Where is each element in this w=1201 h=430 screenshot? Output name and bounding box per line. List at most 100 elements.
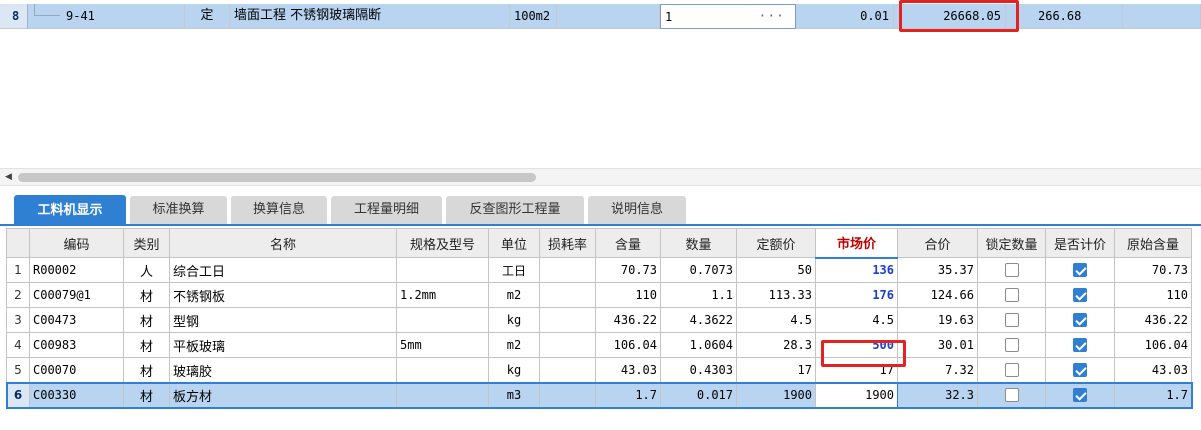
cell-content[interactable]: 106.04 <box>595 332 661 358</box>
header-kind[interactable]: 类别 <box>123 228 170 258</box>
cell-name[interactable]: 不锈钢板 <box>169 282 397 308</box>
cell-total[interactable]: 30.01 <box>897 332 978 358</box>
cell-loss-rate[interactable] <box>539 332 596 358</box>
header-original-content[interactable]: 原始含量 <box>1114 228 1192 258</box>
lock-qty-checkbox[interactable] <box>1004 288 1019 302</box>
table-row[interactable]: 2 C00079@1 材不锈钢板 1.2mm m2 110 1.1 113.33 176 124.… <box>6 282 1192 308</box>
lock-qty-checkbox[interactable] <box>1004 263 1019 277</box>
cell-market-price[interactable]: 1900 <box>815 382 898 408</box>
cell-base-price[interactable]: 4.5 <box>736 307 816 333</box>
is-priced-checkbox[interactable] <box>1073 338 1087 352</box>
cell-quantity[interactable]: 0.4303 <box>660 357 737 383</box>
scroll-left-icon[interactable]: ◀ <box>5 172 12 182</box>
cell-spec[interactable]: 1.2mm <box>396 282 489 308</box>
cell-spec[interactable] <box>396 357 489 383</box>
header-base-price[interactable]: 定额价 <box>736 228 816 258</box>
quota-code-cell[interactable]: 9-41 <box>28 4 185 29</box>
cell-code[interactable]: C00079@1 <box>29 282 124 308</box>
cell-total[interactable]: 7.32 <box>897 357 978 383</box>
cell-quantity[interactable]: 1.1 <box>660 282 737 308</box>
cell-unit[interactable]: m2 <box>488 282 540 308</box>
table-row[interactable]: 4 C00983 材平板玻璃 5mm m2 106.04 1.0604 28.3 500 30.0… <box>6 332 1192 358</box>
cell-name[interactable]: 综合工日 <box>169 257 397 283</box>
cell-content[interactable]: 70.73 <box>595 257 661 283</box>
cell-code[interactable]: C00473 <box>29 307 124 333</box>
cell-kind[interactable]: 人 <box>123 257 170 283</box>
lock-qty-checkbox[interactable] <box>1004 338 1019 352</box>
cell-unit[interactable]: m3 <box>488 382 540 408</box>
header-name[interactable]: 名称 <box>169 228 397 258</box>
cell-code[interactable]: R00002 <box>29 257 124 283</box>
cell-total[interactable]: 124.66 <box>897 282 978 308</box>
cell-spec[interactable] <box>396 307 489 333</box>
cell-base-price[interactable]: 28.3 <box>736 332 816 358</box>
quota-kind-cell[interactable]: 定 <box>185 4 230 29</box>
cell-market-price[interactable]: 17 <box>815 357 898 383</box>
table-row[interactable]: 3 C00473 材型钢 kg 436.22 4.3622 4.5 4.5 19.63 436.2… <box>6 307 1192 333</box>
cell-unit[interactable]: kg <box>488 357 540 383</box>
quota-unit-price-cell[interactable]: 0.01 <box>796 4 894 29</box>
cell-spec[interactable]: 5mm <box>396 332 489 358</box>
quota-unit-cell[interactable]: 100m2 <box>510 4 557 29</box>
cell-name[interactable]: 玻璃胶 <box>169 357 397 383</box>
cell-code[interactable]: C00983 <box>29 332 124 358</box>
header-total[interactable]: 合价 <box>897 228 978 258</box>
cell-code[interactable]: C00330 <box>29 382 124 408</box>
is-priced-checkbox[interactable] <box>1073 388 1087 402</box>
tab-description-info[interactable]: 说明信息 <box>588 196 686 224</box>
cell-content[interactable]: 1.7 <box>595 382 661 408</box>
cell-kind[interactable]: 材 <box>123 282 170 308</box>
cell-unit[interactable]: 工日 <box>488 257 540 283</box>
cell-unit[interactable]: m2 <box>488 332 540 358</box>
cell-kind[interactable]: 材 <box>123 307 170 333</box>
cell-kind[interactable]: 材 <box>123 382 170 408</box>
cell-spec[interactable] <box>396 382 489 408</box>
quota-empty-cell[interactable] <box>557 4 660 29</box>
header-unit[interactable]: 单位 <box>488 228 540 258</box>
quota-amount-cell[interactable]: 266.68 <box>1006 4 1123 29</box>
tab-graphic-quantity-lookup[interactable]: 反查图形工程量 <box>446 196 584 224</box>
cell-base-price[interactable]: 1900 <box>736 382 816 408</box>
cell-market-price[interactable]: 176 <box>815 282 898 308</box>
is-priced-checkbox[interactable] <box>1073 313 1087 327</box>
table-row[interactable]: 1 R00002 人综合工日 工日 70.73 0.7073 50 136 35.37 70.73 <box>6 257 1192 283</box>
quota-trailing-cell[interactable] <box>1123 4 1201 29</box>
cell-name[interactable]: 板方材 <box>169 382 397 408</box>
cell-quantity[interactable]: 4.3622 <box>660 307 737 333</box>
tab-quantity-detail[interactable]: 工程量明细 <box>331 196 442 224</box>
cell-market-price[interactable]: 500 <box>815 332 898 358</box>
cell-unit[interactable]: kg <box>488 307 540 333</box>
header-is-priced[interactable]: 是否计价 <box>1045 228 1115 258</box>
cell-content[interactable]: 436.22 <box>595 307 661 333</box>
cell-base-price[interactable]: 113.33 <box>736 282 816 308</box>
quota-name-cell[interactable]: 墙面工程 不锈钢玻璃隔断 <box>230 4 510 29</box>
cell-kind[interactable]: 材 <box>123 357 170 383</box>
header-spec[interactable]: 规格及型号 <box>396 228 489 258</box>
cell-quantity[interactable]: 0.017 <box>660 382 737 408</box>
cell-name[interactable]: 平板玻璃 <box>169 332 397 358</box>
cell-quantity[interactable]: 1.0604 <box>660 332 737 358</box>
is-priced-checkbox[interactable] <box>1073 363 1087 377</box>
cell-code[interactable]: C00070 <box>29 357 124 383</box>
cell-loss-rate[interactable] <box>539 257 596 283</box>
tab-conversion-info[interactable]: 换算信息 <box>231 196 327 224</box>
cell-total[interactable]: 35.37 <box>897 257 978 283</box>
cell-base-price[interactable]: 17 <box>736 357 816 383</box>
cell-content[interactable]: 43.03 <box>595 357 661 383</box>
is-priced-checkbox[interactable] <box>1073 263 1087 277</box>
lock-qty-checkbox[interactable] <box>1004 313 1019 327</box>
quota-total-cell[interactable]: 26668.05 <box>894 4 1006 29</box>
cell-original-content[interactable]: 1.7 <box>1114 382 1192 408</box>
header-quantity[interactable]: 数量 <box>660 228 737 258</box>
row-number[interactable]: 8 <box>0 4 28 29</box>
header-loss-rate[interactable]: 损耗率 <box>539 228 596 258</box>
cell-original-content[interactable]: 436.22 <box>1114 307 1192 333</box>
header-content[interactable]: 含量 <box>595 228 661 258</box>
cell-original-content[interactable]: 43.03 <box>1114 357 1192 383</box>
cell-loss-rate[interactable] <box>539 307 596 333</box>
lock-qty-checkbox[interactable] <box>1004 363 1019 377</box>
cell-market-price[interactable]: 4.5 <box>815 307 898 333</box>
tab-standard-conversion[interactable]: 标准换算 <box>130 196 227 224</box>
header-code[interactable]: 编码 <box>29 228 124 258</box>
cell-name[interactable]: 型钢 <box>169 307 397 333</box>
